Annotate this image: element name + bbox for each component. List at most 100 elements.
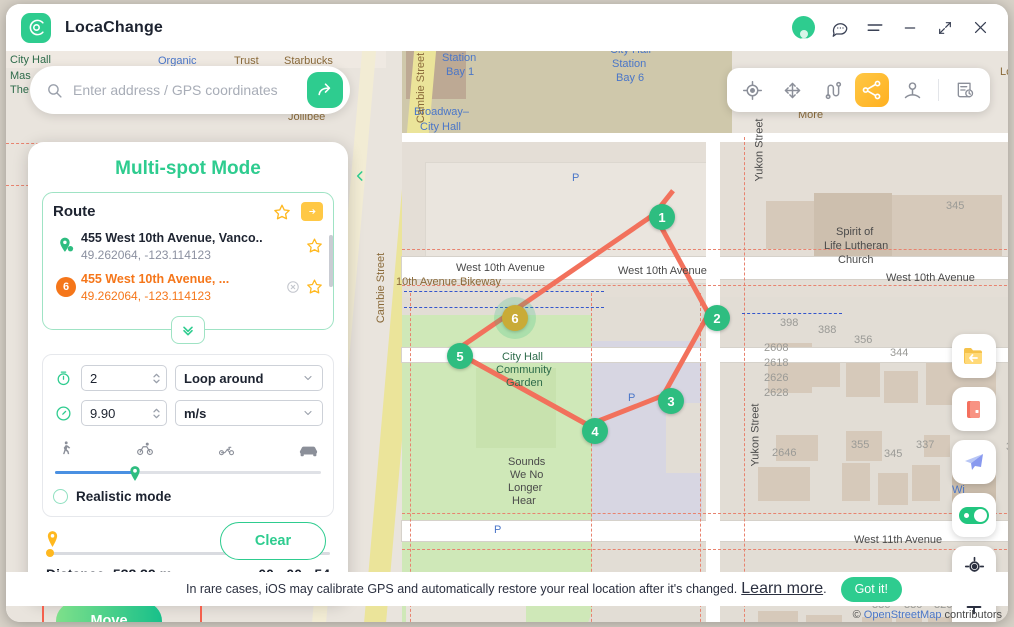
house-number-label: 356 — [854, 334, 873, 346]
notice-period: . — [823, 582, 827, 596]
history-record-button[interactable] — [948, 73, 982, 107]
realistic-mode-radio[interactable] — [53, 489, 68, 504]
boundary — [402, 549, 1008, 550]
map-marker[interactable]: 5 — [447, 343, 473, 369]
attribution-suffix: contributors — [944, 609, 1002, 621]
map-label: Yukon Street — [753, 118, 766, 182]
green-location-pin-icon — [53, 236, 79, 255]
share-telegram-button[interactable] — [952, 440, 996, 484]
move-mode-button[interactable] — [775, 73, 809, 107]
speed-unit-value: m/s — [184, 405, 207, 421]
map-label: We No — [510, 469, 544, 481]
search-icon — [46, 82, 63, 99]
loop-mode-select[interactable]: Loop around — [175, 365, 323, 391]
collection-button[interactable] — [952, 387, 996, 431]
map-label: Lo — [1000, 66, 1008, 78]
map-label: Bay 6 — [616, 72, 645, 84]
expand-icon[interactable] — [935, 18, 955, 38]
map-marker[interactable]: 1 — [649, 204, 675, 230]
speed-slider[interactable] — [55, 466, 321, 481]
route-list-item[interactable]: 6 455 West 10th Avenue, ... 49.262064, -12… — [53, 266, 323, 307]
house-number-label: 2628 — [764, 387, 789, 399]
hamburger-menu-icon[interactable] — [865, 18, 885, 38]
boundary — [402, 249, 1008, 250]
chevron-down-icon — [302, 372, 314, 384]
building — [846, 361, 880, 397]
route-item-coords: 49.262064, -123.114123 — [81, 248, 211, 262]
house-number-label: 355 — [851, 439, 870, 451]
chat-bubble-icon[interactable] — [830, 18, 850, 38]
search-go-button[interactable] — [307, 72, 343, 108]
openstreetmap-link[interactable]: OpenStreetMap — [864, 609, 942, 621]
route-item-address: 455 West 10th Avenue, Vanco.. — [81, 231, 263, 245]
building — [884, 371, 918, 403]
stopwatch-icon — [53, 370, 73, 387]
building — [766, 201, 814, 249]
multi-spot-mode-button[interactable] — [855, 73, 889, 107]
close-icon[interactable] — [970, 18, 990, 38]
got-it-button[interactable]: Got it! — [840, 576, 902, 602]
map-label: P — [494, 524, 502, 536]
gps-notice-bar: In rare cases, iOS may calibrate GPS and… — [6, 572, 1008, 606]
clear-button[interactable]: Clear — [220, 522, 326, 560]
map-marker[interactable]: 4 — [582, 418, 608, 444]
star-favorite-icon[interactable] — [306, 278, 323, 295]
route-index-badge: 6 — [53, 276, 79, 297]
chevron-down-icon — [302, 407, 314, 419]
realistic-mode-label: Realistic mode — [76, 489, 172, 504]
remove-spot-icon[interactable] — [286, 280, 300, 294]
speed-spinner-icon[interactable] — [151, 406, 162, 421]
building — [758, 467, 810, 501]
realistic-mode-row: Realistic mode — [53, 489, 323, 504]
map-label: Mas — [10, 70, 31, 82]
progress-handle[interactable] — [46, 549, 54, 557]
map-label: West 11th Avenue — [854, 534, 943, 546]
map-label: Cambie Street — [375, 252, 388, 324]
toggle-switch-on-icon[interactable] — [959, 506, 989, 524]
map-marker[interactable]: 2 — [704, 305, 730, 331]
walking-person-icon — [57, 439, 74, 463]
map-marker[interactable]: 6 — [494, 297, 536, 339]
map-label: Station — [612, 58, 647, 70]
star-favorite-icon[interactable] — [273, 203, 291, 221]
user-avatar[interactable] — [792, 16, 815, 39]
vehicle-icons-row — [53, 435, 323, 466]
minimize-icon[interactable] — [900, 18, 920, 38]
search-input[interactable] — [73, 82, 307, 98]
loops-spinner-icon[interactable] — [151, 371, 162, 386]
import-route-button[interactable] — [952, 334, 996, 378]
bikeway — [404, 291, 604, 292]
two-spot-mode-button[interactable] — [815, 73, 849, 107]
bicycle-icon — [135, 440, 155, 463]
star-favorite-icon[interactable] — [306, 237, 323, 254]
house-number-label: 388 — [818, 324, 837, 336]
route-box: Route 455 West 10th Avenue, Vanco.. 49.26… — [42, 192, 334, 344]
speed-stepper[interactable] — [81, 400, 167, 426]
house-number-label: 345 — [946, 200, 965, 212]
loops-input[interactable] — [90, 370, 151, 386]
map-label: 10th Avenue Bikeway — [396, 276, 501, 288]
chevron-left-icon[interactable] — [351, 164, 369, 188]
slider-thumb[interactable] — [128, 466, 141, 481]
loops-stepper[interactable] — [81, 365, 167, 391]
joystick-mode-button[interactable] — [895, 73, 929, 107]
route-list[interactable]: 455 West 10th Avenue, Vanco.. 49.262064, … — [53, 225, 323, 321]
speed-input[interactable] — [90, 405, 151, 421]
house-number-label: 2618 — [764, 357, 789, 369]
loop-mode-value: Loop around — [184, 370, 264, 386]
map-marker[interactable]: 3 — [658, 388, 684, 414]
folder-export-icon[interactable] — [301, 202, 323, 221]
toggle-button[interactable] — [952, 493, 996, 537]
settings-box: Loop around m/s — [42, 354, 334, 517]
route-list-item[interactable]: 455 West 10th Avenue, Vanco.. 49.262064, … — [53, 225, 323, 266]
teleport-mode-button[interactable] — [735, 73, 769, 107]
learn-more-link[interactable]: Learn more — [741, 580, 823, 598]
house-number-label: 2626 — [764, 372, 789, 384]
map-label: West 10th Avenue — [886, 272, 975, 284]
chevron-double-down-icon[interactable] — [171, 316, 205, 344]
house-number-label: 344 — [890, 347, 909, 359]
route-list-scrollbar[interactable] — [329, 235, 333, 287]
panel-title: Multi-spot Mode — [115, 158, 261, 179]
speed-unit-select[interactable]: m/s — [175, 400, 323, 426]
map-label: Sounds — [508, 456, 546, 468]
